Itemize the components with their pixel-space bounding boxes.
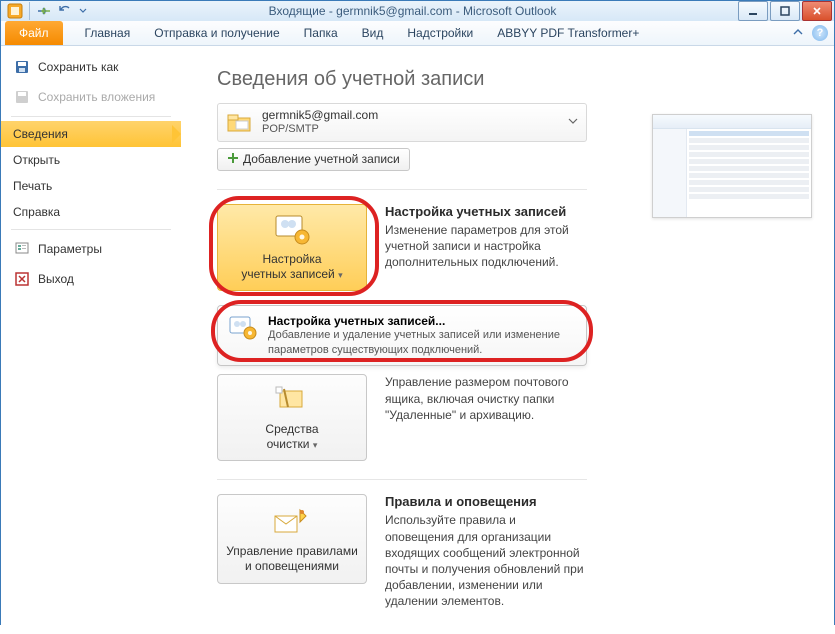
section-text: Правила и оповещения Используйте правила…: [385, 494, 585, 609]
nav-separator: [11, 116, 171, 117]
nav-print[interactable]: Печать: [1, 173, 181, 199]
qat-separator: [29, 2, 30, 20]
rules-icon: [272, 505, 312, 539]
account-settings-button[interactable]: Настройка учетных записей ▾: [217, 204, 367, 291]
button-line2: и оповещениями: [245, 559, 339, 573]
nav-label: Параметры: [38, 242, 102, 256]
account-folder-icon: [226, 110, 254, 134]
rules-alerts-button[interactable]: Управление правилами и оповещениями: [217, 494, 367, 584]
nav-label: Сохранить как: [38, 60, 118, 74]
minimize-button[interactable]: [738, 1, 768, 21]
account-protocol: POP/SMTP: [262, 123, 560, 137]
cleanup-tools-button[interactable]: Средства очистки ▾: [217, 374, 367, 461]
nav-save-attachments: Сохранить вложения: [1, 82, 181, 112]
nav-label: Справка: [13, 205, 60, 219]
backstage-content: Сведения об учетной записи germnik5@gmai…: [181, 46, 834, 634]
section-rules: Управление правилами и оповещениями Прав…: [217, 494, 814, 609]
nav-save-as[interactable]: Сохранить как: [1, 52, 181, 82]
save-as-icon: [13, 58, 31, 76]
nav-label: Выход: [38, 272, 74, 286]
account-settings-menu-item[interactable]: Настройка учетных записей... Добавление …: [217, 305, 587, 367]
tab-home[interactable]: Главная: [73, 21, 143, 45]
nav-open[interactable]: Открыть: [1, 147, 181, 173]
section-desc: Управление размером почтового ящика, вкл…: [385, 374, 585, 423]
add-account-label: Добавление учетной записи: [243, 152, 400, 166]
nav-separator: [11, 229, 171, 230]
button-line1: Настройка: [262, 252, 321, 266]
dropdown-caret-icon: ▾: [338, 270, 343, 280]
plus-icon: [227, 152, 239, 167]
divider: [217, 479, 587, 480]
account-settings-menu-icon: [228, 314, 258, 342]
qat-dropdown-icon[interactable]: [77, 2, 89, 20]
menu-item-desc: Добавление и удаление учетных записей ил…: [268, 328, 576, 358]
dropdown-caret-icon: ▾: [313, 440, 318, 450]
ribbon-tabs: Файл Главная Отправка и получение Папка …: [1, 21, 834, 46]
account-email: germnik5@gmail.com: [262, 108, 560, 123]
mailbox-preview-thumbnail: [652, 114, 812, 218]
nav-help[interactable]: Справка: [1, 199, 181, 225]
button-line1: Управление правилами: [226, 544, 358, 558]
help-icon[interactable]: ?: [812, 25, 828, 41]
account-selector[interactable]: germnik5@gmail.com POP/SMTP: [217, 103, 587, 142]
backstage: Сохранить как Сохранить вложения Сведени…: [1, 46, 834, 634]
app-window: Входящие - germnik5@gmail.com - Microsof…: [0, 0, 835, 625]
tab-addins[interactable]: Надстройки: [395, 21, 485, 45]
undo-icon[interactable]: [56, 2, 74, 20]
quick-access-toolbar: [3, 2, 89, 20]
nav-label: Открыть: [13, 153, 60, 167]
page-title: Сведения об учетной записи: [217, 68, 814, 91]
nav-info[interactable]: Сведения: [1, 121, 181, 147]
section-desc: Используйте правила и оповещения для орг…: [385, 512, 585, 609]
nav-options[interactable]: Параметры: [1, 234, 181, 264]
section-text: Настройка учетных записей Изменение пара…: [385, 204, 585, 271]
nav-label: Сохранить вложения: [38, 90, 155, 104]
section-title: Правила и оповещения: [385, 494, 585, 509]
chevron-down-icon: [568, 115, 578, 129]
tab-folder[interactable]: Папка: [292, 21, 350, 45]
nav-exit[interactable]: Выход: [1, 264, 181, 294]
save-attachments-icon: [13, 88, 31, 106]
divider: [217, 189, 587, 190]
send-receive-icon[interactable]: [35, 2, 53, 20]
titlebar: Входящие - germnik5@gmail.com - Microsof…: [1, 1, 834, 21]
button-label: Настройка учетных записей ▾: [241, 252, 342, 282]
section-title: Настройка учетных записей: [385, 204, 585, 219]
options-icon: [13, 240, 31, 258]
ribbon-minimize-icon[interactable]: [790, 25, 806, 41]
nav-label: Сведения: [13, 127, 68, 141]
maximize-button[interactable]: [770, 1, 800, 21]
button-label: Управление правилами и оповещениями: [226, 544, 358, 574]
tab-file[interactable]: Файл: [5, 21, 63, 45]
tab-send-receive[interactable]: Отправка и получение: [142, 21, 291, 45]
window-controls: [736, 1, 832, 21]
exit-icon: [13, 270, 31, 288]
backstage-nav: Сохранить как Сохранить вложения Сведени…: [1, 46, 181, 634]
account-settings-icon: [272, 213, 312, 247]
tab-view[interactable]: Вид: [350, 21, 396, 45]
button-line1: Средства: [265, 422, 318, 436]
button-label: Средства очистки ▾: [265, 422, 318, 452]
section-desc: Изменение параметров для этой учетной за…: [385, 222, 585, 271]
close-button[interactable]: [802, 1, 832, 21]
menu-item-title: Настройка учетных записей...: [268, 314, 576, 328]
nav-label: Печать: [13, 179, 52, 193]
outlook-icon: [6, 2, 24, 20]
button-line2: очистки: [267, 437, 310, 451]
button-line2: учетных записей: [241, 267, 334, 281]
section-text: Управление размером почтового ящика, вкл…: [385, 374, 585, 423]
menu-item-text: Настройка учетных записей... Добавление …: [268, 314, 576, 358]
section-cleanup: Средства очистки ▾ Управление размером п…: [217, 374, 814, 461]
add-account-button[interactable]: Добавление учетной записи: [217, 148, 410, 171]
account-info: germnik5@gmail.com POP/SMTP: [262, 108, 560, 137]
window-title: Входящие - germnik5@gmail.com - Microsof…: [89, 4, 736, 18]
tab-abbyy[interactable]: ABBYY PDF Transformer+: [485, 21, 651, 45]
cleanup-icon: [272, 383, 312, 417]
